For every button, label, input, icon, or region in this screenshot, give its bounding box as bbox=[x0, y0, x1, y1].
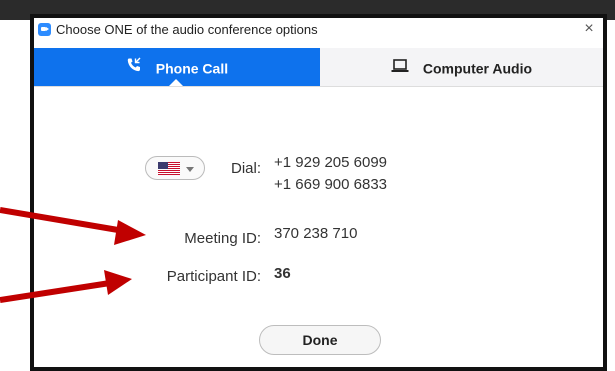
tab-computer-audio-label: Computer Audio bbox=[422, 60, 533, 77]
phone-icon bbox=[126, 49, 142, 87]
meeting-id-label: Meeting ID: bbox=[184, 230, 261, 247]
dialog-title: Choose ONE of the audio conference optio… bbox=[56, 22, 318, 37]
dialog-titlebar: Choose ONE of the audio conference optio… bbox=[34, 18, 603, 42]
screenshot-stage: Choose ONE of the audio conference optio… bbox=[0, 0, 615, 371]
dial-label: Dial: bbox=[230, 160, 261, 177]
meeting-id-value: 370 238 710 bbox=[274, 225, 358, 242]
zoom-app-icon bbox=[38, 23, 51, 36]
audio-options-dialog: Choose ONE of the audio conference optio… bbox=[30, 14, 607, 371]
tabs-divider bbox=[34, 86, 603, 87]
close-button[interactable]: × bbox=[579, 18, 599, 40]
us-flag-icon bbox=[158, 162, 180, 175]
dial-number-1: +1 929 205 6099 bbox=[274, 154, 388, 171]
laptop-icon bbox=[391, 49, 409, 87]
country-selector-button[interactable] bbox=[145, 156, 205, 180]
participant-id-value: 36 bbox=[274, 265, 291, 282]
done-button[interactable]: Done bbox=[259, 325, 381, 355]
chevron-down-icon bbox=[186, 167, 194, 172]
tab-phone-call[interactable]: Phone Call bbox=[34, 48, 320, 87]
audio-option-tabs: Phone Call Computer Audio bbox=[34, 48, 603, 87]
tab-computer-audio[interactable]: Computer Audio bbox=[320, 48, 603, 86]
tab-phone-call-label: Phone Call bbox=[155, 60, 229, 77]
dial-number-2: +1 669 900 6833 bbox=[274, 176, 388, 193]
participant-id-label: Participant ID: bbox=[166, 268, 261, 285]
